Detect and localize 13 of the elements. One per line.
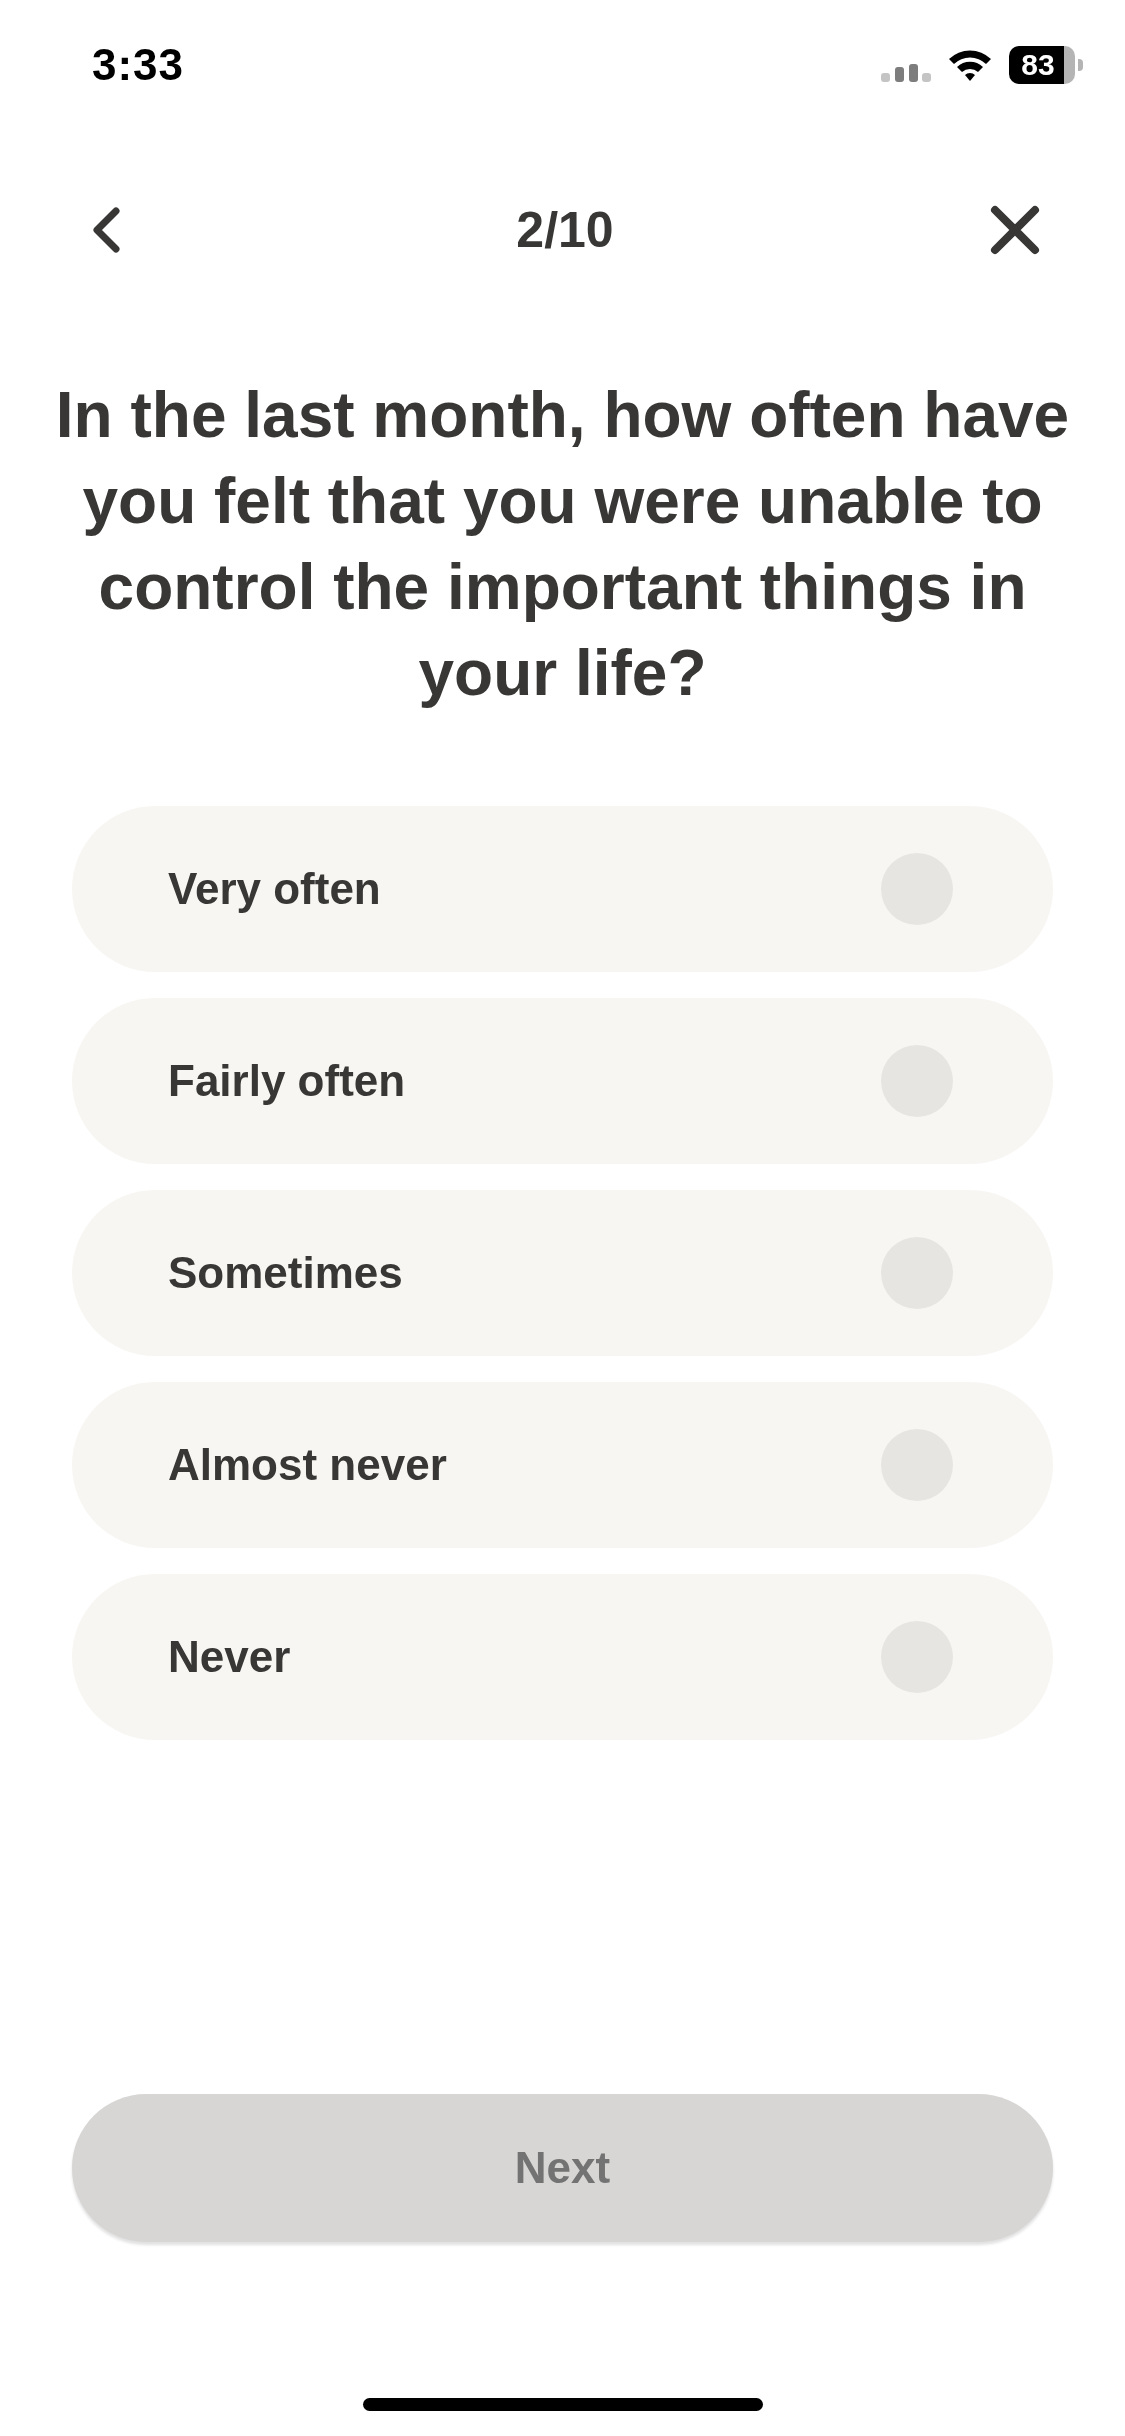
progress-counter: 2/10 [516, 201, 614, 259]
battery-indicator: 83 [1009, 46, 1083, 84]
answer-option[interactable]: Never [72, 1574, 1053, 1740]
answer-option[interactable]: Fairly often [72, 998, 1053, 1164]
back-icon[interactable] [90, 207, 120, 253]
answer-option[interactable]: Sometimes [72, 1190, 1053, 1356]
wifi-icon [947, 48, 993, 82]
close-icon[interactable] [990, 205, 1040, 255]
question-text: In the last month, how often have you felt that you were unable to control the important things in your life? [54, 378, 1071, 711]
answer-option[interactable]: Very often [72, 806, 1053, 972]
status-time: 3:33 [92, 40, 185, 90]
signal-icon [881, 62, 931, 82]
answer-option[interactable]: Almost never [72, 1382, 1053, 1548]
